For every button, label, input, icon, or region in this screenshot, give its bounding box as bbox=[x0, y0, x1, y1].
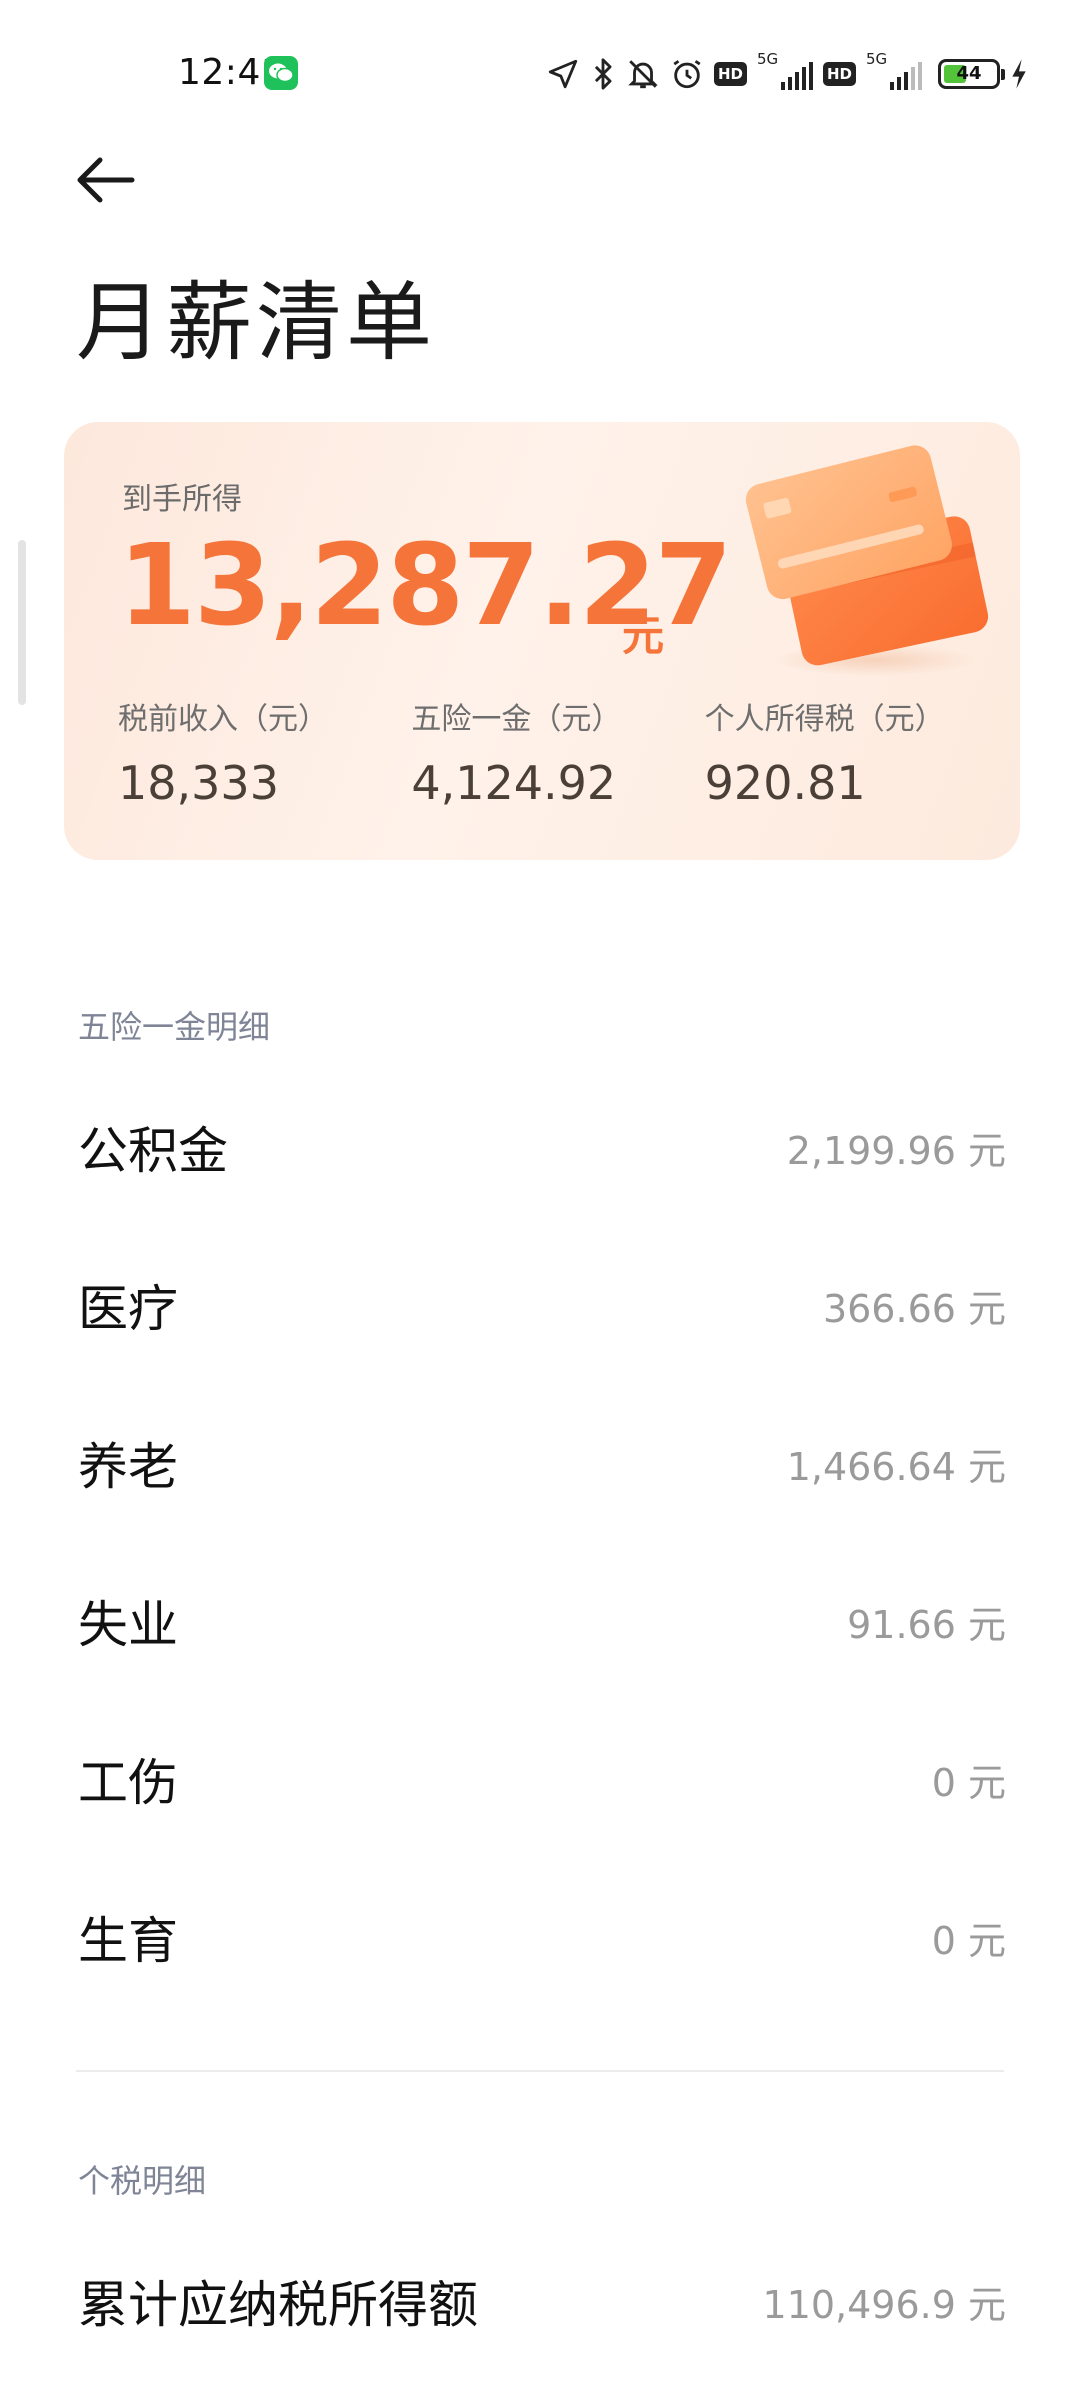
row-label: 生育 bbox=[78, 1912, 178, 1970]
take-home-unit: 元 bbox=[622, 611, 665, 660]
take-home-label: 到手所得 bbox=[122, 482, 242, 517]
row-label: 公积金 bbox=[78, 1122, 228, 1180]
battery-icon: 44 bbox=[938, 59, 1005, 89]
list-item-medical[interactable]: 医疗 366.66 元 bbox=[78, 1260, 1006, 1350]
status-bar: 12:41 HD 5G HD 5G 44 bbox=[0, 0, 1080, 150]
row-label: 医疗 bbox=[78, 1280, 178, 1338]
row-label: 失业 bbox=[78, 1596, 178, 1654]
stat-value: 920.81 bbox=[704, 756, 866, 810]
insurance-section-title: 五险一金明细 bbox=[78, 1008, 271, 1046]
signal-icon-2: 5G bbox=[866, 50, 922, 94]
hd-badge-2: HD bbox=[822, 62, 856, 86]
list-item-maternity[interactable]: 生育 0 元 bbox=[78, 1892, 1006, 1982]
list-item-pension[interactable]: 养老 1,466.64 元 bbox=[78, 1418, 1006, 1508]
summary-card: 到手所得 13,287.27 元 税前收入（元） 18,333 五险一金（元） … bbox=[64, 422, 1020, 860]
stat-label: 个人所得税（元） bbox=[704, 702, 945, 737]
summary-stats: 税前收入（元） 18,333 五险一金（元） 4,124.92 个人所得税（元）… bbox=[118, 694, 998, 810]
wechat-notification-icon bbox=[264, 56, 298, 90]
list-item-housing-fund[interactable]: 公积金 2,199.96 元 bbox=[78, 1102, 1006, 1192]
page-title: 月薪清单 bbox=[76, 273, 436, 373]
row-label: 累计应纳税所得额 bbox=[78, 2276, 478, 2334]
row-value: 366.66 元 bbox=[822, 1286, 1006, 1331]
row-value: 91.66 元 bbox=[847, 1602, 1006, 1647]
list-item-unemployment[interactable]: 失业 91.66 元 bbox=[78, 1576, 1006, 1666]
stat-pretax-income: 税前收入（元） 18,333 bbox=[118, 694, 411, 810]
row-value: 110,496.9 元 bbox=[762, 2282, 1006, 2327]
charging-icon bbox=[1010, 58, 1028, 90]
row-label: 养老 bbox=[78, 1438, 178, 1496]
row-value: 0 元 bbox=[931, 1760, 1006, 1805]
status-icons: HD 5G HD 5G 44 bbox=[546, 50, 1028, 96]
hd-badge: HD bbox=[713, 62, 747, 86]
row-label: 工伤 bbox=[78, 1754, 178, 1812]
stat-income-tax: 个人所得税（元） 920.81 bbox=[705, 694, 998, 810]
stat-social-insurance: 五险一金（元） 4,124.92 bbox=[411, 694, 704, 810]
tax-section-title: 个税明细 bbox=[78, 2162, 207, 2200]
back-button[interactable] bbox=[70, 150, 150, 220]
back-arrow-icon bbox=[77, 157, 135, 203]
row-value: 0 元 bbox=[931, 1918, 1006, 1963]
section-divider bbox=[76, 2070, 1004, 2072]
alarm-icon bbox=[670, 57, 704, 91]
bluetooth-icon bbox=[590, 57, 616, 91]
list-item-work-injury[interactable]: 工伤 0 元 bbox=[78, 1734, 1006, 1824]
stat-label: 税前收入（元） bbox=[118, 702, 328, 737]
stat-value: 18,333 bbox=[118, 756, 279, 810]
scroll-indicator bbox=[18, 540, 26, 705]
bank-card-illustration bbox=[745, 445, 989, 676]
stat-value: 4,124.92 bbox=[411, 756, 617, 810]
location-icon bbox=[546, 57, 580, 91]
row-value: 1,466.64 元 bbox=[786, 1444, 1006, 1489]
row-value: 2,199.96 元 bbox=[786, 1128, 1006, 1173]
stat-label: 五险一金（元） bbox=[411, 702, 622, 737]
signal-icon-1: 5G bbox=[757, 50, 813, 94]
list-item-cumulative-taxable-income[interactable]: 累计应纳税所得额 110,496.9 元 bbox=[78, 2256, 1006, 2346]
mute-bell-icon bbox=[626, 57, 660, 91]
